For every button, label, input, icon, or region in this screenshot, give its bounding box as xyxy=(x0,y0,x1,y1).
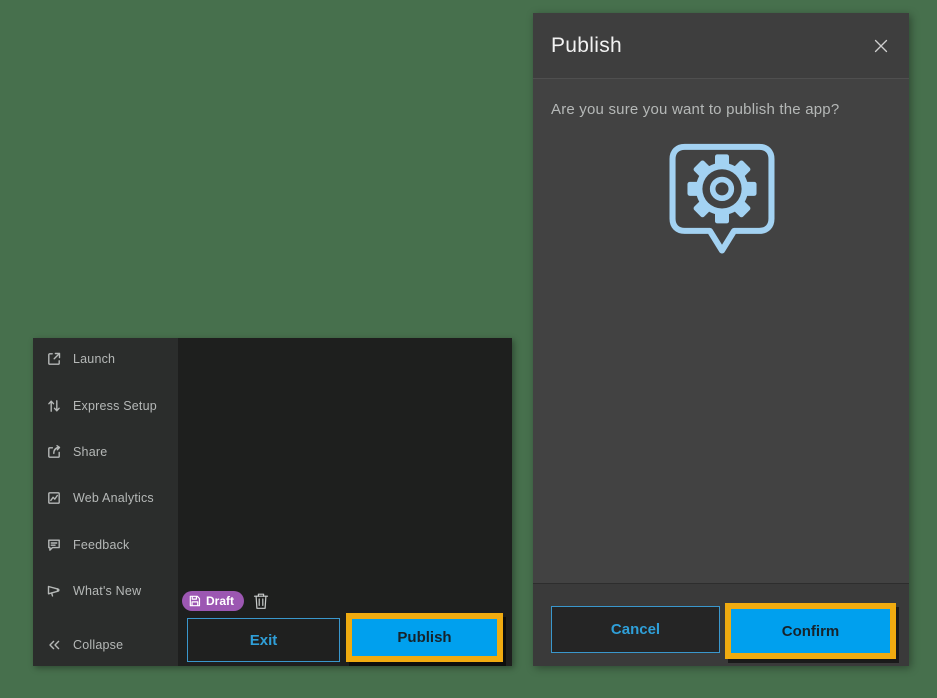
dialog-close-button[interactable] xyxy=(869,34,893,58)
delete-draft-button[interactable] xyxy=(253,592,269,610)
sidebar-item-whats-new[interactable]: What's New xyxy=(45,580,176,602)
cancel-button[interactable]: Cancel xyxy=(551,606,720,653)
draft-status-row: Draft xyxy=(182,591,269,611)
confirm-button[interactable]: Confirm xyxy=(731,609,890,653)
sidebar-item-web-analytics[interactable]: Web Analytics xyxy=(45,487,176,509)
draft-badge-label: Draft xyxy=(206,594,234,608)
close-icon xyxy=(873,38,889,54)
sidebar-item-express-setup[interactable]: Express Setup xyxy=(45,395,176,417)
confirm-highlight-box: Confirm xyxy=(725,603,896,659)
sidebar-item-share[interactable]: Share xyxy=(45,441,176,463)
launch-icon xyxy=(45,350,63,368)
publish-dialog: Publish Are you sure you want to publish… xyxy=(533,13,909,666)
sidebar-item-label: What's New xyxy=(73,584,141,598)
sidebar-item-feedback[interactable]: Feedback xyxy=(45,534,176,556)
publish-highlight-box: Publish xyxy=(346,613,503,662)
exit-button[interactable]: Exit xyxy=(187,618,340,662)
dialog-title: Publish xyxy=(551,34,622,58)
sidebar-item-label: Express Setup xyxy=(73,399,157,413)
analytics-icon xyxy=(45,489,63,507)
sidebar-item-launch[interactable]: Launch xyxy=(45,348,176,370)
sidebar-item-label: Share xyxy=(73,445,107,459)
feedback-icon xyxy=(45,536,63,554)
sidebar-item-label: Feedback xyxy=(73,538,130,552)
dialog-footer: Cancel Confirm xyxy=(533,583,909,666)
sidebar-item-label: Web Analytics xyxy=(73,491,154,505)
builder-panel: Launch Express Setup Share xyxy=(33,338,512,666)
app-canvas: Launch Express Setup Share xyxy=(0,0,937,698)
draft-badge[interactable]: Draft xyxy=(182,591,244,611)
canvas-area: Draft Exit Publish xyxy=(178,338,512,666)
sidebar-item-label: Launch xyxy=(73,352,115,366)
share-icon xyxy=(45,443,63,461)
gear-speech-bubble-icon xyxy=(666,140,778,262)
dialog-header: Publish xyxy=(533,13,909,79)
builder-sidebar: Launch Express Setup Share xyxy=(33,338,178,666)
save-icon xyxy=(189,595,201,607)
sidebar-item-label: Collapse xyxy=(73,638,123,652)
publish-button[interactable]: Publish xyxy=(352,619,497,656)
sort-arrows-icon xyxy=(45,397,63,415)
dialog-message: Are you sure you want to publish the app… xyxy=(551,101,839,118)
megaphone-icon xyxy=(45,582,63,600)
sidebar-item-collapse[interactable]: Collapse xyxy=(45,634,176,656)
trash-icon xyxy=(253,592,269,610)
collapse-icon xyxy=(45,636,63,654)
